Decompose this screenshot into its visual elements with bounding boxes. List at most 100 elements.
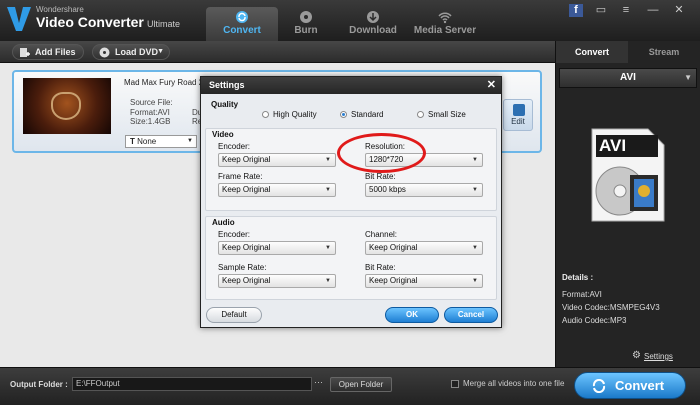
chevron-down-icon[interactable]: ▼ [157, 45, 164, 59]
video-encoder-select[interactable]: Keep Original ▼ [218, 153, 336, 167]
thumbnail-logo-shape [51, 92, 81, 120]
chevron-down-icon: ▼ [472, 245, 478, 251]
chevron-down-icon: ▼ [325, 245, 331, 251]
minimize-button[interactable]: — [646, 4, 660, 17]
tab-burn-label: Burn [294, 25, 318, 36]
radio-small-size[interactable] [417, 111, 424, 118]
browse-button[interactable]: ··· [314, 377, 323, 387]
audio-encoder-select[interactable]: Keep Original ▼ [218, 241, 336, 255]
add-file-icon [20, 48, 30, 57]
video-encoder-value: Keep Original [222, 155, 271, 164]
ok-button[interactable]: OK [385, 307, 439, 323]
frame-rate-label: Frame Rate: [218, 172, 263, 181]
disc-icon [300, 11, 312, 23]
chevron-down-icon: ▼ [684, 73, 692, 82]
audio-encoder-label: Encoder: [218, 230, 251, 239]
add-files-button[interactable]: Add Files [12, 44, 84, 60]
app-brand: Wondershare Video Converter Ultimate [36, 5, 180, 30]
dialog-title-bar: Settings ✕ [201, 77, 501, 94]
tab-convert-output[interactable]: Convert [556, 41, 628, 63]
tab-burn[interactable]: Burn [270, 7, 342, 41]
channel-label: Channel: [365, 230, 398, 239]
radio-small-size-label: Small Size [428, 110, 466, 119]
tab-media-server[interactable]: Media Server [405, 7, 485, 41]
edit-label: Edit [511, 117, 525, 126]
edit-button[interactable]: Edit [503, 99, 533, 131]
tab-download-label: Download [349, 25, 397, 36]
audio-bitrate-value: Keep Original [369, 276, 418, 285]
frame-rate-select[interactable]: Keep Original ▼ [218, 183, 336, 197]
output-format-select[interactable]: AVI ▼ [559, 68, 697, 88]
audio-bitrate-select[interactable]: Keep Original ▼ [365, 274, 483, 288]
title-bar: Wondershare Video Converter Ultimate Con… [0, 0, 700, 41]
details-format: Format:AVI [562, 290, 602, 299]
sample-rate-label: Sample Rate: [218, 263, 267, 272]
chevron-down-icon: ▼ [472, 157, 478, 163]
output-folder-label: Output Folder : [10, 380, 68, 389]
default-button[interactable]: Default [206, 307, 262, 323]
avi-icon-text: AVI [599, 136, 627, 155]
brand-name: Video Converter [36, 14, 144, 30]
channel-select[interactable]: Keep Original ▼ [365, 241, 483, 255]
annotation-ellipse [337, 133, 426, 173]
wifi-icon [438, 12, 452, 24]
open-folder-button[interactable]: Open Folder [330, 377, 392, 392]
tab-download[interactable]: Download [337, 7, 409, 41]
merge-label: Merge all videos into one file [463, 379, 565, 388]
tab-convert[interactable]: Convert [206, 7, 278, 41]
tab-convert-label: Convert [223, 25, 261, 36]
video-header: Video [212, 130, 234, 139]
tab-stream[interactable]: Stream [628, 41, 700, 63]
chevron-down-icon: ▼ [187, 138, 193, 144]
load-dvd-button[interactable]: Load DVD ▼ [92, 44, 170, 60]
settings-dialog: Settings ✕ Quality High Quality Standard… [200, 76, 502, 328]
details-video-codec: Video Codec:MSMPEG4V3 [562, 303, 660, 312]
close-window-button[interactable]: ✕ [672, 4, 686, 17]
merge-checkbox[interactable] [451, 380, 459, 388]
download-icon [367, 11, 379, 23]
subtitle-value: None [137, 137, 157, 146]
radio-standard[interactable] [340, 111, 347, 118]
load-dvd-label: Load DVD [115, 47, 159, 57]
subtitle-select[interactable]: T None ▼ [125, 135, 197, 148]
toolbar: Add Files Load DVD ▼ [0, 41, 555, 63]
format-details: Details : Format:AVI Video Codec:MSMPEG4… [562, 273, 660, 329]
edit-icon [513, 104, 525, 116]
chevron-down-icon: ▼ [325, 157, 331, 163]
tab-media-server-label: Media Server [413, 25, 477, 36]
convert-button-label: Convert [615, 378, 665, 393]
chat-icon[interactable]: ▭ [594, 4, 608, 17]
video-bitrate-select[interactable]: 5000 kbps ▼ [365, 183, 483, 197]
menu-icon[interactable]: ≡ [619, 4, 633, 17]
gear-icon: ⚙ [632, 350, 641, 361]
quality-header: Quality [211, 100, 239, 109]
cancel-button[interactable]: Cancel [444, 307, 498, 323]
video-thumbnail[interactable] [23, 78, 111, 134]
source-file-label: Source File: [130, 98, 173, 107]
settings-link-label: Settings [644, 352, 673, 361]
file-format: Format:AVI [130, 108, 170, 117]
radio-high-quality[interactable] [262, 111, 269, 118]
chevron-down-icon: ▼ [472, 187, 478, 193]
output-format-panel: Convert Stream AVI ▼ AVI Details : Forma… [555, 41, 700, 367]
settings-link[interactable]: ⚙ Settings [632, 350, 673, 361]
video-bitrate-value: 5000 kbps [369, 185, 406, 194]
close-icon[interactable]: ✕ [487, 77, 496, 94]
facebook-icon[interactable]: f [569, 4, 583, 17]
audio-header: Audio [212, 218, 235, 227]
output-folder-input[interactable]: E:\FFOutput [72, 377, 312, 391]
audio-encoder-value: Keep Original [222, 243, 271, 252]
sample-rate-select[interactable]: Keep Original ▼ [218, 274, 336, 288]
audio-section: Audio Encoder: Keep Original ▼ Channel: K… [205, 216, 497, 300]
dialog-title: Settings [209, 80, 245, 90]
audio-bitrate-label: Bit Rate: [365, 263, 396, 272]
add-files-label: Add Files [35, 47, 76, 57]
file-name: Mad Max Fury Road 20 [124, 78, 208, 87]
convert-icon [236, 11, 248, 23]
convert-button[interactable]: Convert [574, 372, 686, 399]
dvd-icon [99, 47, 110, 58]
details-header: Details : [562, 273, 594, 282]
brand-company: Wondershare [36, 5, 84, 14]
app-logo-icon [7, 7, 31, 31]
bottom-bar: Output Folder : E:\FFOutput ··· Open Fol… [0, 367, 700, 405]
